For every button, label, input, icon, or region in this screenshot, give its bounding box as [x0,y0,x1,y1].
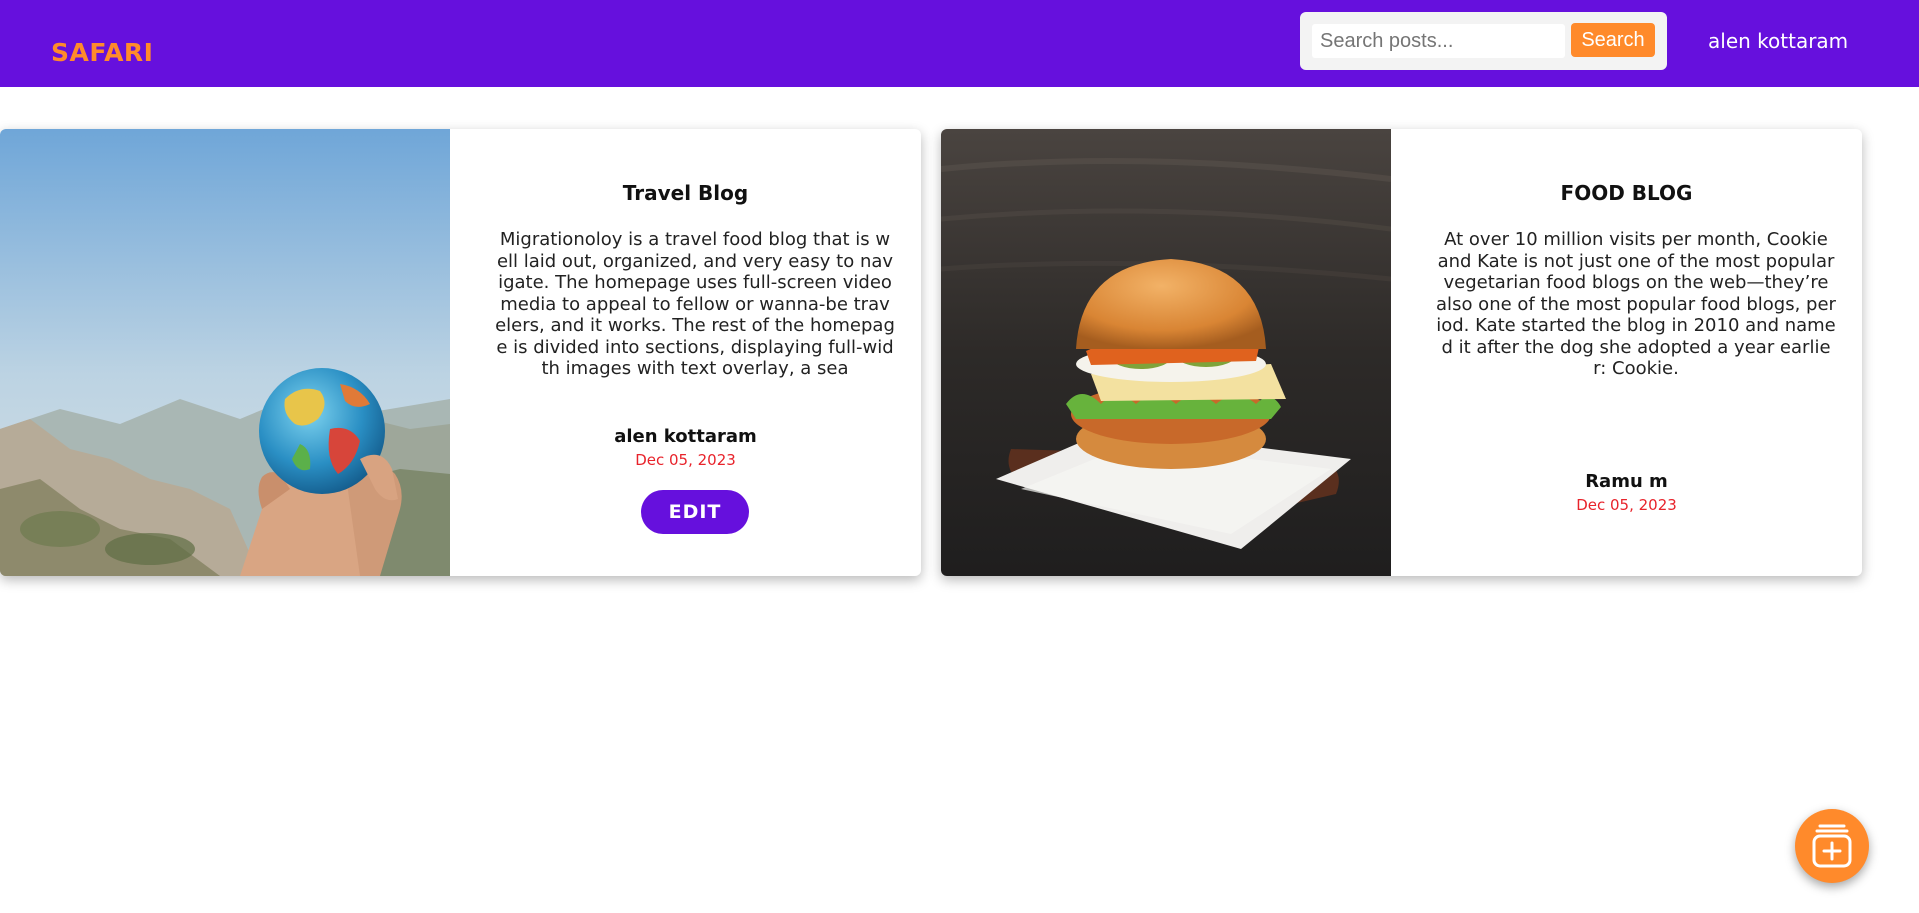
post-title: FOOD BLOG [1560,181,1693,205]
post-author: Ramu m [1585,471,1668,492]
post-card[interactable]: Travel Blog Migrationoloy is a travel fo… [0,129,921,576]
add-post-button[interactable] [1795,809,1869,883]
post-body: Travel Blog Migrationoloy is a travel fo… [450,129,921,576]
search-input[interactable] [1312,24,1565,58]
post-card[interactable]: FOOD BLOG At over 10 million visits per … [941,129,1862,576]
add-post-icon [1812,824,1852,868]
post-body: FOOD BLOG At over 10 million visits per … [1391,129,1862,576]
post-excerpt: Migrationoloy is a travel food blog that… [495,229,895,379]
post-excerpt: At over 10 million visits per month, Coo… [1436,229,1836,379]
post-image-burger [941,129,1391,576]
post-author: alen kottaram [614,426,757,447]
navbar: SAFARI Search alen kottaram [0,0,1919,87]
post-date: Dec 05, 2023 [1576,496,1677,514]
search-form: Search [1300,12,1667,70]
post-date: Dec 05, 2023 [635,451,736,469]
edit-button[interactable]: EDIT [641,490,749,534]
post-image-globe [0,129,450,576]
user-menu[interactable]: alen kottaram [1708,29,1848,53]
search-button[interactable]: Search [1571,23,1655,57]
brand-logo[interactable]: SAFARI [51,38,153,67]
post-title: Travel Blog [622,181,749,205]
